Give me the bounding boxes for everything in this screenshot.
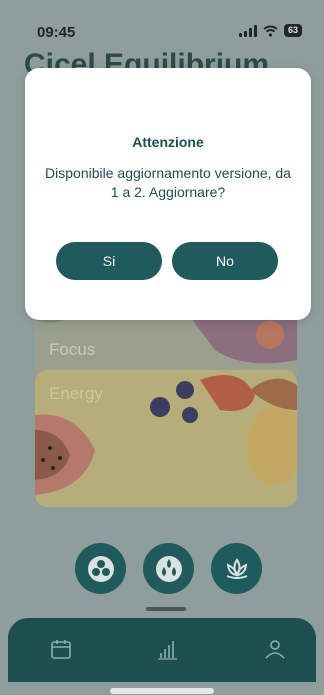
update-dialog: Attenzione Disponibile aggiornamento ver… — [25, 68, 311, 320]
tab-bar — [8, 618, 316, 682]
tab-stats[interactable] — [153, 634, 183, 664]
profile-icon — [265, 640, 285, 659]
wifi-icon — [263, 25, 278, 37]
battery-icon: 63 — [283, 24, 302, 37]
focus-card-label: Focus — [49, 340, 96, 359]
calendar-icon — [51, 640, 71, 659]
drops-icon — [155, 555, 182, 582]
home-indicator — [110, 688, 214, 694]
no-button[interactable]: No — [172, 242, 278, 280]
status-icons: 63 — [238, 24, 302, 37]
lotus-icon — [226, 557, 247, 579]
lotus-button[interactable] — [211, 543, 262, 594]
drops-button[interactable] — [143, 543, 194, 594]
chart-icon — [158, 641, 177, 660]
energy-card-label: Energy — [49, 384, 103, 403]
dialog-message: Disponibile aggiornamento versione, da 1… — [45, 165, 291, 200]
tab-profile[interactable] — [260, 634, 290, 664]
app-screen: 09:45 63 Cicel Equilibrium Focus Energy … — [0, 0, 324, 695]
dialog-title: Attenzione — [132, 134, 204, 150]
drag-handle[interactable] — [146, 607, 186, 611]
energy-card[interactable]: Energy — [35, 370, 297, 507]
yes-button[interactable]: Si — [56, 242, 162, 280]
circles-button[interactable] — [75, 543, 126, 594]
tab-calendar[interactable] — [46, 634, 76, 664]
circles-icon — [87, 555, 114, 582]
status-time: 09:45 — [37, 24, 76, 41]
signal-icon — [238, 24, 257, 37]
